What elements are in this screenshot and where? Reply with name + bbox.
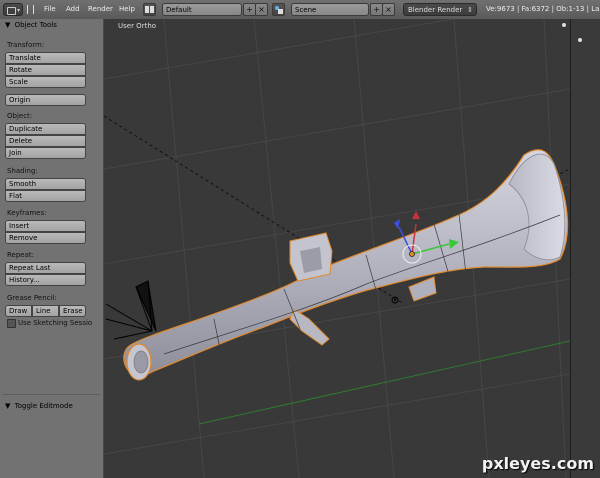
draw-button[interactable]: Draw (5, 305, 32, 317)
flat-button[interactable]: Flat (5, 190, 86, 202)
header-collapse-icon[interactable] (27, 5, 34, 14)
panel-title: Object Tools (14, 21, 57, 29)
dropdown-arrow-icon: ⇕ (467, 6, 473, 14)
properties-region-strip[interactable] (570, 19, 600, 478)
keyframes-label: Keyframes: (7, 209, 47, 217)
menu-render[interactable]: Render (88, 3, 113, 16)
join-button[interactable]: Join (5, 147, 86, 159)
bazooka-mesh[interactable] (123, 149, 569, 381)
panel-divider (3, 394, 100, 395)
panel-collapse-icon: ▼ (5, 21, 11, 29)
repeat-label: Repeat: (7, 251, 34, 259)
tool-shelf: ▼ Object Tools Transform: Translate Rota… (0, 19, 104, 478)
close-icon[interactable]: × (255, 3, 268, 16)
origin-button[interactable]: Origin (5, 94, 86, 106)
3d-viewport[interactable]: User Ortho (104, 19, 570, 478)
info-header: ▾ File Add Render Help Default + × Scene… (0, 0, 600, 20)
shading-label: Shading: (7, 167, 38, 175)
toggle-editmode-panel-header[interactable]: ▼ Toggle Editmode (5, 402, 73, 410)
render-engine-selector[interactable]: Blender Render ⇕ (403, 3, 477, 16)
erase-button[interactable]: Erase (59, 305, 86, 317)
view-label: User Ortho (118, 22, 157, 30)
menu-help[interactable]: Help (119, 3, 135, 16)
viewport-scene (104, 19, 570, 478)
toggle-editmode-label: Toggle Editmode (14, 402, 73, 410)
rotate-button[interactable]: Rotate (5, 64, 86, 76)
panel-collapse-icon: ▼ (5, 402, 11, 410)
editor-type-selector[interactable]: ▾ (3, 3, 23, 16)
delete-button[interactable]: Delete (5, 135, 86, 147)
editor-type-icon (7, 7, 16, 15)
scale-button[interactable]: Scale (5, 76, 86, 88)
repeat-last-button[interactable]: Repeat Last (5, 262, 86, 274)
transform-label: Transform: (7, 41, 45, 49)
sketching-session-label: Use Sketching Sessio (18, 319, 93, 327)
object-tools-panel-header[interactable]: ▼ Object Tools (5, 21, 57, 29)
screen-layout-icon[interactable] (143, 3, 156, 16)
history-button[interactable]: History... (5, 274, 86, 286)
render-engine-label: Blender Render (408, 6, 463, 14)
dropdown-arrow-icon: ▾ (17, 7, 21, 14)
insert-keyframe-button[interactable]: Insert (5, 220, 86, 232)
watermark: pxleyes.com (481, 454, 594, 473)
object-origin-icon (409, 251, 415, 257)
scene-icon[interactable] (272, 3, 285, 16)
scene-stats: Ve:9673 | Fa:6372 | Ob:1-13 | La (486, 5, 600, 13)
line-button[interactable]: Line (32, 305, 59, 317)
remove-keyframe-button[interactable]: Remove (5, 232, 86, 244)
close-icon[interactable]: × (382, 3, 395, 16)
region-toggle-icon[interactable] (578, 38, 582, 42)
grease-pencil-label: Grease Pencil: (7, 294, 57, 302)
menu-add[interactable]: Add (66, 3, 80, 16)
sketching-session-checkbox[interactable] (7, 319, 16, 328)
object-label: Object: (7, 112, 33, 120)
smooth-button[interactable]: Smooth (5, 178, 86, 190)
duplicate-button[interactable]: Duplicate (5, 123, 86, 135)
translate-button[interactable]: Translate (5, 52, 86, 64)
grid-axis-line (198, 340, 570, 425)
screen-layout-field[interactable]: Default (162, 3, 242, 16)
camera-icon[interactable] (105, 280, 157, 340)
menu-file[interactable]: File (44, 3, 56, 16)
viewport-corner-widget[interactable] (562, 23, 566, 27)
scene-field[interactable]: Scene (291, 3, 369, 16)
